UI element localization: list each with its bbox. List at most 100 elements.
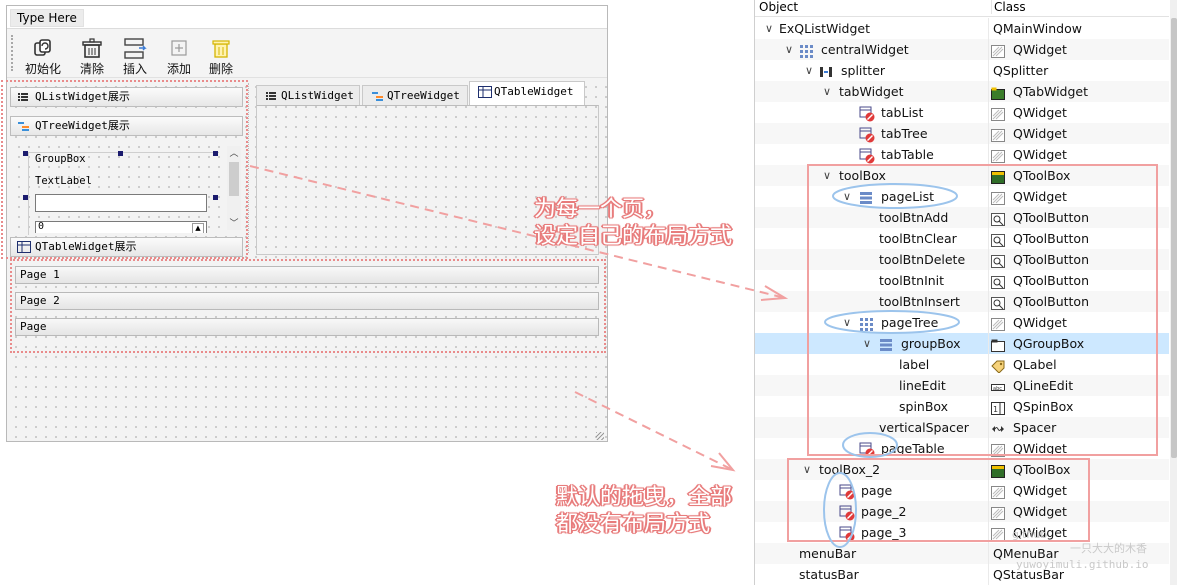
watermark-name: 一只大大的木香 — [1070, 542, 1147, 555]
class-name: QWidget — [1013, 126, 1067, 141]
delete-label: 删除 — [208, 62, 233, 76]
broken-layout-icon — [859, 127, 875, 143]
class-name: QWidget — [1013, 147, 1067, 162]
class-name: QMainWindow — [993, 21, 1082, 36]
tree-row[interactable]: tabTree QWidget — [755, 123, 1169, 144]
page-tree-scrollbar[interactable]: ︿ ﹀ — [227, 146, 241, 230]
column-object[interactable]: Object — [759, 0, 798, 14]
tab-qtablewidget-label: QTableWidget — [494, 85, 574, 98]
splitter-icon — [819, 64, 833, 78]
tree-row[interactable]: ∨ splitter QSplitter — [755, 60, 1169, 81]
object-name: tabWidget — [839, 84, 904, 99]
selection-handle[interactable] — [213, 195, 218, 200]
groupbox-title: GroupBox — [35, 153, 86, 165]
broken-layout-icon — [859, 148, 875, 164]
scroll-down-icon[interactable]: ﹀ — [227, 216, 241, 229]
column-separator — [988, 18, 989, 39]
annotation-note-1: 为每一个页， 设定自己的布局方式 — [534, 196, 732, 250]
toolbox-page-table-header[interactable]: QTableWidget展示 — [10, 237, 243, 257]
tree-row[interactable]: tabList QWidget — [755, 102, 1169, 123]
expand-arrow-icon[interactable]: ∨ — [803, 60, 815, 81]
tree-icon — [18, 122, 29, 131]
column-separator — [988, 123, 989, 144]
class-name: QSplitter — [993, 63, 1049, 78]
column-separator — [988, 144, 989, 165]
watermark-url: yuwoyimuli.github.io — [1016, 558, 1149, 571]
line-edit[interactable] — [35, 194, 207, 212]
toolbox-page-tree-label: QTreeWidget展示 — [35, 119, 130, 132]
tab-qtreewidget[interactable]: QTreeWidget — [362, 85, 468, 106]
init-label: 初始化 — [24, 62, 61, 76]
delete-icon — [212, 40, 230, 58]
scroll-up-icon[interactable]: ︿ — [227, 146, 241, 159]
object-name: tabTree — [881, 126, 928, 141]
text-label: TextLabel — [35, 175, 92, 187]
list-icon — [266, 92, 276, 100]
add-button[interactable]: 添加 — [157, 32, 201, 76]
tree-row[interactable]: ∨ tabWidget QTabWidget — [755, 81, 1169, 102]
class-name: QTabWidget — [1013, 84, 1089, 99]
toolbox-page-list-header[interactable]: QListWidget展示 — [10, 87, 243, 107]
scroll-thumb[interactable] — [229, 162, 239, 196]
tree-row[interactable]: tabTable QWidget — [755, 144, 1169, 165]
column-separator — [988, 543, 989, 564]
menu-type-here[interactable]: Type Here — [10, 9, 84, 27]
clear-button[interactable]: 清除 — [70, 32, 114, 76]
tabwidget-class-icon — [991, 85, 1005, 100]
table-icon — [17, 241, 31, 253]
tab-qtablewidget[interactable]: QTableWidget — [469, 81, 585, 105]
selection-handle[interactable] — [213, 151, 218, 156]
column-class[interactable]: Class — [991, 0, 1026, 14]
grid-layout-icon — [799, 43, 813, 58]
tab-qlistwidget[interactable]: QListWidget — [256, 85, 360, 106]
ellipse-pagelist — [832, 183, 958, 209]
selection-handle[interactable] — [23, 195, 28, 200]
column-separator — [988, 39, 989, 60]
object-name: centralWidget — [821, 42, 909, 57]
spin-box[interactable]: 0 ▲ — [35, 221, 207, 233]
tab-qtreewidget-label: QTreeWidget — [387, 89, 460, 102]
ellipse-pagetable — [842, 432, 898, 458]
clear-icon — [82, 38, 102, 58]
toolbox-page-table-label: QTableWidget展示 — [35, 240, 137, 253]
toolbar-grip[interactable] — [11, 35, 15, 71]
expand-arrow-icon[interactable]: ∨ — [783, 39, 795, 60]
expand-arrow-icon[interactable]: ∨ — [763, 18, 775, 39]
insert-button[interactable]: 插入 — [113, 32, 157, 76]
insert-label: 插入 — [122, 62, 147, 76]
annotation-note-2-line-2: 都没有布局方式 — [556, 512, 711, 537]
init-button[interactable]: 初始化 — [21, 32, 65, 76]
spin-up-icon[interactable]: ▲ — [192, 223, 204, 233]
delete-button[interactable]: 删除 — [199, 32, 243, 76]
add-label: 添加 — [166, 62, 191, 76]
tab-qlistwidget-label: QListWidget — [281, 89, 354, 102]
column-separator — [988, 564, 989, 585]
main-toolbar: 初始化 清除 插入 添加 删除 — [7, 29, 607, 78]
selection-handle[interactable] — [118, 151, 123, 156]
widget-class-icon — [991, 106, 1005, 121]
table-icon — [478, 86, 492, 98]
object-name: splitter — [841, 63, 886, 78]
menu-bar: Type Here — [7, 6, 607, 29]
ellipse-pagetree — [824, 310, 960, 334]
tree-row[interactable]: ∨ centralWidget QWidget — [755, 39, 1169, 60]
object-name: tabTable — [881, 147, 934, 162]
expand-arrow-icon[interactable]: ∨ — [821, 81, 833, 102]
annotation-note-2-line-1: 默认的拖曳，全部 — [556, 485, 733, 510]
tree-row[interactable]: ∨ ExQListWidget QMainWindow — [755, 18, 1169, 39]
toolbox-page-list-label: QListWidget展示 — [35, 90, 130, 103]
toolbox-page-tree-header[interactable]: QTreeWidget展示 — [10, 116, 243, 136]
selection-handle[interactable] — [23, 151, 28, 156]
annotation-note-1-line-2: 设定自己的布局方式 — [534, 224, 733, 249]
clear-label: 清除 — [79, 62, 104, 76]
ellipse-pages — [823, 472, 857, 548]
insert-icon — [124, 38, 147, 59]
class-name: QWidget — [1013, 42, 1067, 57]
widget-class-icon — [991, 148, 1005, 163]
column-separator — [988, 81, 989, 102]
column-separator — [988, 60, 989, 81]
add-icon — [171, 40, 187, 56]
inspector-scroll-thumb[interactable] — [1171, 18, 1177, 458]
init-icon — [34, 39, 51, 56]
annotation-note-2: 默认的拖曳，全部 都没有布局方式 — [556, 484, 732, 538]
